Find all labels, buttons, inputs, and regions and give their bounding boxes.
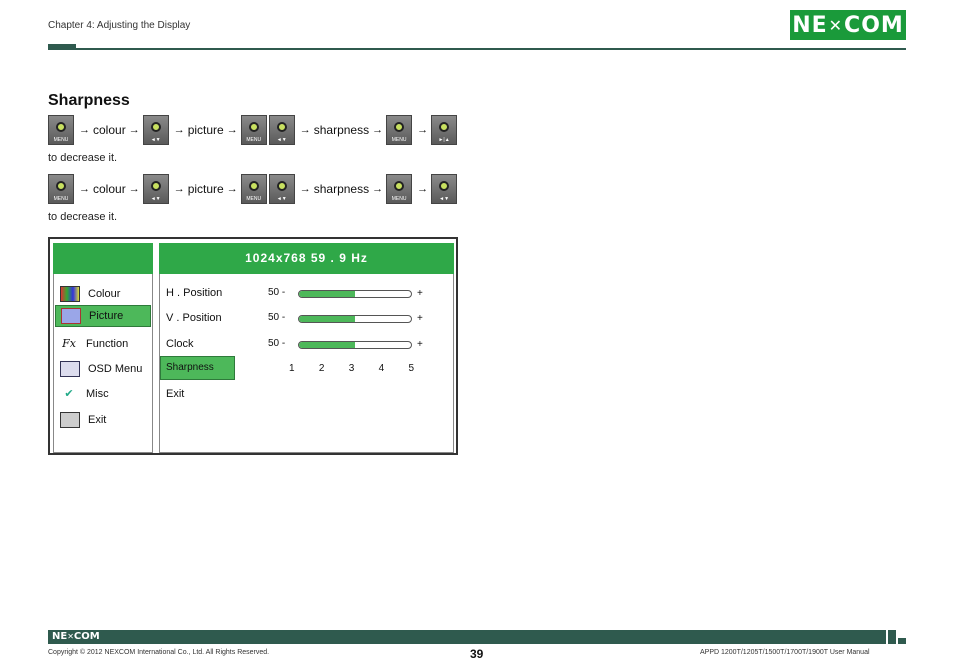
osd-menu-label: Misc <box>86 388 109 400</box>
menu-key-icon: MENU <box>240 174 267 204</box>
osd-row-h-position[interactable]: H . Position <box>166 287 222 299</box>
arrow-icon: → <box>173 183 185 195</box>
osd-menu-label: Colour <box>88 288 121 300</box>
sharpness-level[interactable]: 5 <box>408 363 414 374</box>
chapter-title: Chapter 4: Adjusting the Display <box>48 20 191 31</box>
v-position-slider[interactable] <box>298 315 412 323</box>
arrow-icon: → <box>299 124 311 136</box>
arrow-icon: → <box>417 124 429 136</box>
down-key-icon: ◄▼ <box>268 115 295 145</box>
arrow-icon: → <box>128 124 140 136</box>
clock-slider[interactable] <box>298 341 412 349</box>
osd-row-sharpness[interactable]: Sharpness <box>160 356 235 380</box>
osd-menu-icon <box>60 361 80 377</box>
arrow-icon: → <box>372 124 384 136</box>
arrow-icon: → <box>226 183 238 195</box>
exit-icon <box>60 412 80 428</box>
osd-menu-label: Exit <box>88 414 107 426</box>
header-rule <box>76 48 906 50</box>
osd-menu-label: Function <box>86 338 129 350</box>
h-position-slider[interactable] <box>298 290 412 298</box>
instruction-note: to decrease it. <box>48 152 118 164</box>
osd-menu-label: Picture <box>89 310 124 322</box>
menu-key-icon: MENU <box>48 174 74 204</box>
increase-icon: + <box>417 339 423 350</box>
osd-menu-item-colour[interactable]: Colour <box>60 283 150 305</box>
osd-row-exit[interactable]: Exit <box>166 388 184 400</box>
down-key-icon: ◄▼ <box>142 115 169 145</box>
arrow-icon: → <box>299 183 311 195</box>
osd-row-value: 50 - <box>268 338 286 349</box>
arrow-icon: → <box>128 183 140 195</box>
osd-row-v-position[interactable]: V . Position <box>166 312 222 324</box>
sharpness-scale: 1 2 3 4 5 <box>289 363 414 374</box>
colour-bars-icon <box>60 286 80 302</box>
footer-logo: NE✕COM <box>52 631 100 642</box>
key-sequence-row-2: MENU → colour → ◄▼ → picture → MENU ◄▼ →… <box>48 174 459 204</box>
sharpness-level[interactable]: 3 <box>349 363 355 374</box>
footer-bar <box>48 630 886 644</box>
step-label: picture <box>187 182 224 196</box>
step-label: picture <box>187 123 224 137</box>
osd-menu-item-function[interactable]: Fx Function <box>60 333 150 355</box>
arrow-icon: → <box>79 124 90 136</box>
increase-icon: + <box>417 313 423 324</box>
manual-title: APPD 1200T/1205T/1500T/1700T/1900T User … <box>700 649 870 656</box>
sharpness-level[interactable]: 4 <box>379 363 385 374</box>
menu-key-icon: MENU <box>386 115 413 145</box>
menu-key-icon: MENU <box>240 115 267 145</box>
osd-menu-item-exit[interactable]: Exit <box>60 409 150 431</box>
osd-row-clock[interactable]: Clock <box>166 338 194 350</box>
osd-menu-label: OSD Menu <box>88 363 143 375</box>
menu-key-icon: MENU <box>48 115 74 145</box>
footer-square <box>898 638 906 644</box>
arrow-icon: → <box>79 183 90 195</box>
osd-menu-item-picture[interactable]: Picture <box>55 305 151 327</box>
function-icon: Fx <box>62 337 76 350</box>
osd-row-value: 50 - <box>268 287 286 298</box>
increase-icon: + <box>417 288 423 299</box>
menu-key-icon: MENU <box>386 174 413 204</box>
footer-square <box>888 630 896 644</box>
picture-icon <box>61 308 81 324</box>
arrow-icon: → <box>173 124 185 136</box>
step-label: colour <box>93 182 126 196</box>
section-title: Sharpness <box>48 92 130 109</box>
arrow-icon: → <box>226 124 238 136</box>
sharpness-level[interactable]: 1 <box>289 363 295 374</box>
osd-menu-item-osd-menu[interactable]: OSD Menu <box>60 358 150 380</box>
copyright-text: Copyright © 2012 NEXCOM International Co… <box>48 649 270 656</box>
sharpness-level[interactable]: 2 <box>319 363 325 374</box>
osd-menu-header <box>53 243 153 274</box>
down-key-icon: ◄▼ <box>268 174 295 204</box>
osd-menu-item-misc[interactable]: ✔ Misc <box>60 383 150 405</box>
step-label: sharpness <box>313 182 370 196</box>
arrow-icon: → <box>372 183 384 195</box>
down-key-icon: ◄▼ <box>431 174 458 204</box>
key-sequence-row-1: MENU → colour → ◄▼ → picture → MENU ◄▼ →… <box>48 115 459 145</box>
arrow-icon: → <box>417 183 429 195</box>
step-label: colour <box>93 123 126 137</box>
step-label: sharpness <box>313 123 370 137</box>
instruction-note: to decrease it. <box>48 211 118 223</box>
page-number: 39 <box>470 647 484 661</box>
nexcom-logo: NE ✕ COM <box>790 10 906 40</box>
down-key-icon: ◄▼ <box>142 174 169 204</box>
osd-resolution-header: 1024x768 59 . 9 Hz <box>159 243 454 274</box>
osd-row-value: 50 - <box>268 312 286 323</box>
header-rule-accent <box>48 44 76 50</box>
up-key-icon: ►|▲ <box>431 115 458 145</box>
misc-icon: ✔ <box>64 388 74 400</box>
